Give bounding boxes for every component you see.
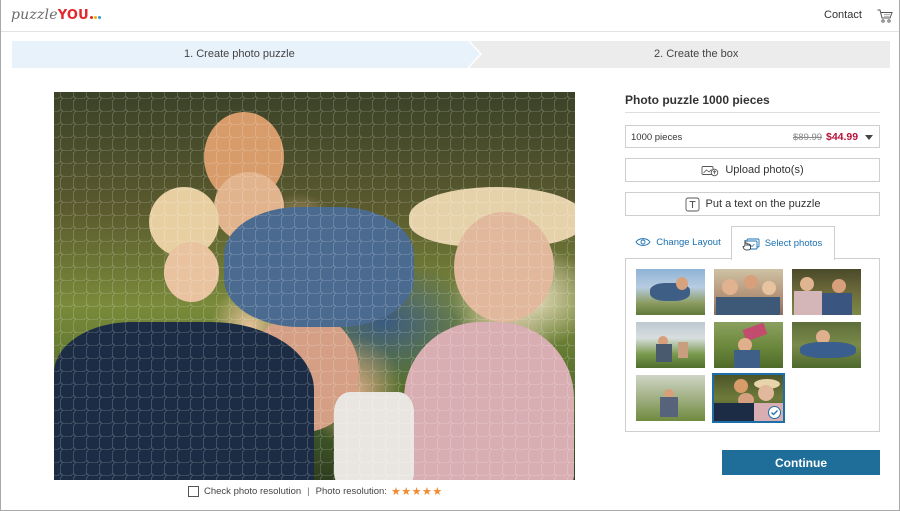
puzzle-preview[interactable] xyxy=(54,92,575,480)
photo-thumbnail[interactable] xyxy=(714,322,783,368)
step-progress: 2. Create the box 1. Create photo puzzle xyxy=(12,41,890,68)
logo-text: puzzle xyxy=(11,7,58,23)
photo-gallery xyxy=(625,259,880,432)
jigsaw-overlay xyxy=(54,92,575,480)
photo-thumbnail-selected[interactable] xyxy=(712,373,785,423)
tab-change-layout[interactable]: Change Layout xyxy=(625,226,731,259)
site-header: puzzleYOU Contact xyxy=(1,0,899,32)
logo[interactable]: puzzleYOU xyxy=(11,7,102,23)
check-resolution-checkbox[interactable] xyxy=(188,486,199,497)
hand-pointer-icon xyxy=(742,240,751,251)
tab-spacer xyxy=(835,226,880,259)
check-icon xyxy=(768,406,781,419)
resolution-bar: Check photo resolution | Photo resolutio… xyxy=(188,485,443,498)
tab-label: Select photos xyxy=(764,238,823,249)
chevron-down-icon xyxy=(865,135,873,140)
step-label: 1. Create photo puzzle xyxy=(184,48,295,60)
photo-thumbnail[interactable] xyxy=(792,269,861,315)
logo-dots-icon xyxy=(89,7,102,23)
text-icon xyxy=(685,197,699,211)
photo-thumbnail[interactable] xyxy=(792,322,861,368)
upload-photo-icon xyxy=(701,165,719,176)
add-text-button[interactable]: Put a text on the puzzle xyxy=(625,192,880,216)
photo-thumbnail[interactable] xyxy=(636,322,705,368)
contact-link[interactable]: Contact xyxy=(824,9,862,21)
upload-photos-button[interactable]: Upload photo(s) xyxy=(625,158,880,182)
tab-label: Change Layout xyxy=(656,236,721,248)
step-label: 2. Create the box xyxy=(654,48,739,60)
separator: | xyxy=(307,486,310,497)
photo-thumbnail[interactable] xyxy=(636,375,705,421)
photo-tabs: Change Layout Select photos xyxy=(625,226,880,432)
pieces-select-label: 1000 pieces xyxy=(631,132,683,143)
upload-photos-label: Upload photo(s) xyxy=(725,164,804,176)
star-rating-icon: ★★★★★ xyxy=(390,486,443,498)
step-create-box[interactable]: 2. Create the box xyxy=(470,41,890,68)
new-price: $44.99 xyxy=(826,131,859,143)
continue-button[interactable]: Continue xyxy=(722,450,880,475)
step-arrow xyxy=(468,41,480,67)
logo-brand: YOU xyxy=(57,8,89,23)
eye-layout-icon xyxy=(635,238,651,246)
cart-icon[interactable] xyxy=(877,9,893,23)
step-create-puzzle[interactable]: 1. Create photo puzzle xyxy=(12,41,468,68)
photo-thumbnail[interactable] xyxy=(636,269,705,315)
add-text-label: Put a text on the puzzle xyxy=(705,198,821,210)
product-title: Photo puzzle 1000 pieces xyxy=(625,93,770,107)
photo-thumbnail[interactable] xyxy=(714,269,783,315)
resolution-label: Photo resolution: xyxy=(315,486,387,497)
pieces-select[interactable]: 1000 pieces $89.99 $44.99 xyxy=(625,125,880,148)
check-resolution-label[interactable]: Check photo resolution xyxy=(204,486,301,497)
old-price: $89.99 xyxy=(793,132,823,143)
divider xyxy=(625,112,880,113)
